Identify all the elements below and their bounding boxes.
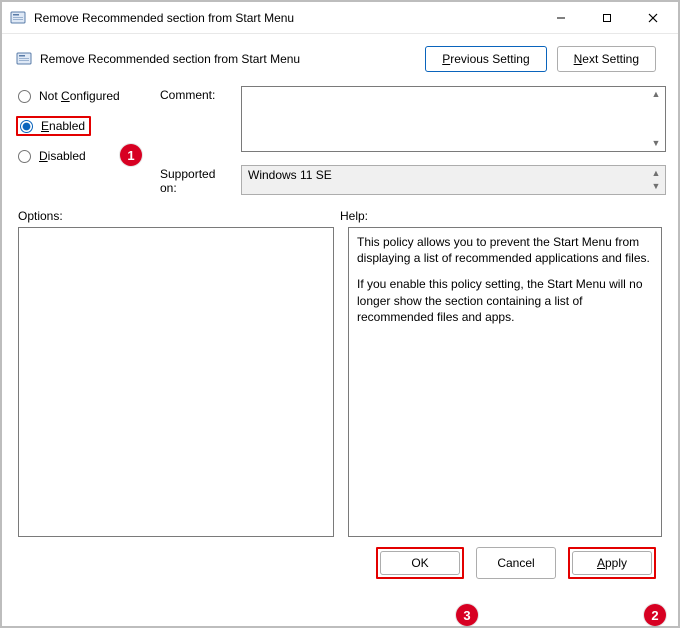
help-label: Help: [340, 209, 662, 223]
nav-buttons: Previous Setting Next Setting [425, 46, 668, 72]
dialog-window: Remove Recommended section from Start Me… [0, 0, 680, 628]
radio-input[interactable] [20, 120, 33, 133]
panel-labels: Options: Help: [12, 195, 668, 227]
cancel-button[interactable]: Cancel [476, 547, 556, 579]
close-button[interactable] [630, 3, 676, 33]
apply-button[interactable]: Apply [572, 551, 652, 575]
comment-textarea[interactable] [241, 86, 666, 152]
annotation-badge-1: 1 [120, 144, 142, 166]
comment-cell: ▲ ▼ [241, 86, 666, 155]
policy-icon [16, 51, 32, 67]
minimize-button[interactable] [538, 3, 584, 33]
ok-highlight: OK [376, 547, 464, 579]
annotation-badge-3: 3 [456, 604, 478, 626]
radio-not-configured[interactable]: Not Configured [16, 88, 154, 104]
supported-spinner: ▲ ▼ [648, 167, 664, 193]
spinner-down-button[interactable]: ▼ [648, 137, 664, 150]
spinner-up-button[interactable]: ▲ [648, 88, 664, 101]
next-setting-button[interactable]: Next Setting [557, 46, 656, 72]
window-title: Remove Recommended section from Start Me… [34, 11, 538, 25]
apply-highlight: Apply [568, 547, 656, 579]
spinner-down-button[interactable]: ▼ [648, 180, 664, 193]
comment-spinner: ▲ ▼ [648, 88, 664, 150]
header-row: Remove Recommended section from Start Me… [12, 40, 668, 86]
supported-on-label: Supported on: [160, 165, 235, 195]
maximize-button[interactable] [584, 3, 630, 33]
panels: This policy allows you to prevent the St… [12, 227, 668, 537]
radio-input[interactable] [18, 150, 31, 163]
settings-grid: Not Configured Enabled Disabled Comment:… [12, 86, 668, 195]
annotation-badge-2: 2 [644, 604, 666, 626]
content-area: Remove Recommended section from Start Me… [2, 34, 678, 579]
policy-icon [10, 10, 26, 26]
supported-on-value-box: Windows 11 SE [241, 165, 666, 195]
help-panel: This policy allows you to prevent the St… [348, 227, 662, 537]
previous-setting-button[interactable]: Previous Setting [425, 46, 546, 72]
radio-input[interactable] [18, 90, 31, 103]
btn-text: ext Setting [582, 52, 639, 66]
help-p2: If you enable this policy setting, the S… [357, 276, 653, 325]
btn-text: revious Setting [450, 52, 529, 66]
title-bar: Remove Recommended section from Start Me… [2, 2, 678, 34]
supported-on-value: Windows 11 SE [248, 168, 332, 182]
options-label: Options: [18, 209, 340, 223]
header-title: Remove Recommended section from Start Me… [40, 52, 425, 66]
options-panel [18, 227, 334, 537]
supported-cell: Windows 11 SE ▲ ▼ [241, 165, 666, 195]
ok-button[interactable]: OK [380, 551, 460, 575]
footer-buttons: OK Cancel Apply [12, 537, 668, 579]
spinner-up-button[interactable]: ▲ [648, 167, 664, 180]
help-p1: This policy allows you to prevent the St… [357, 234, 653, 266]
comment-label: Comment: [160, 86, 235, 102]
radio-enabled[interactable]: Enabled [16, 116, 91, 136]
